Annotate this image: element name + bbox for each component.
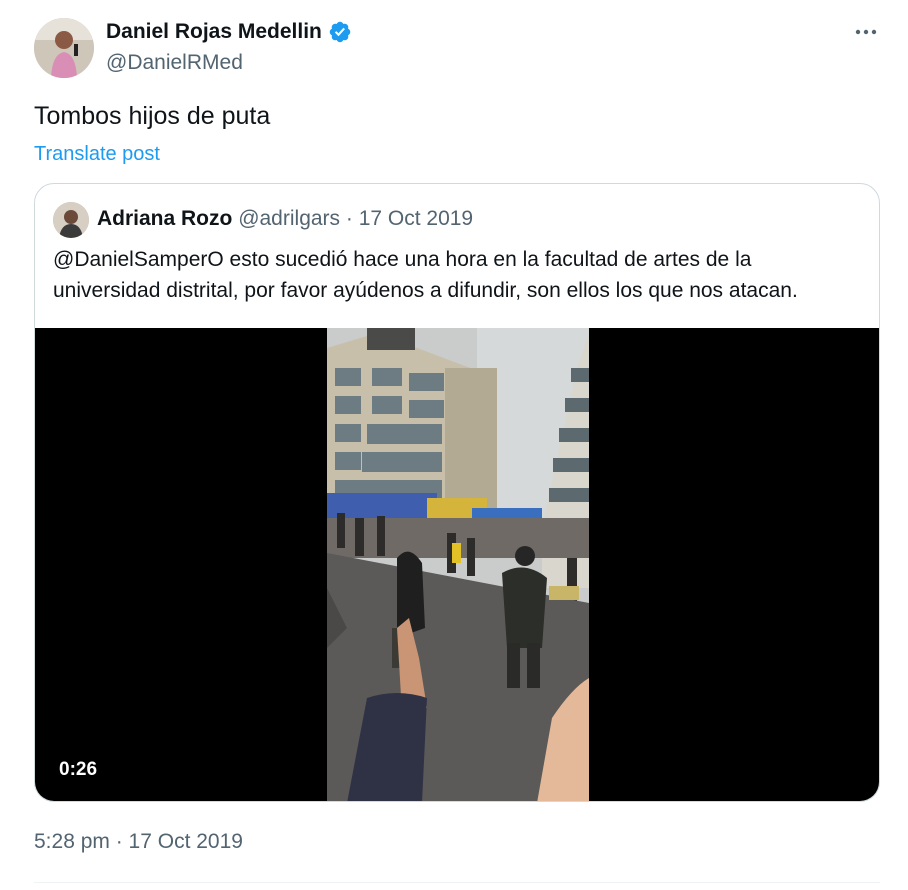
quoted-author-handle-date: @adrilgars · 17 Oct 2019 (238, 207, 474, 230)
author-name-text: Daniel Rojas Medellin (106, 20, 322, 43)
translate-post-link[interactable]: Translate post (34, 141, 160, 167)
video-frame (327, 328, 589, 801)
quoted-post[interactable]: Adriana Rozo @adrilgars · 17 Oct 2019 @D… (34, 183, 880, 802)
author-avatar[interactable] (34, 18, 94, 78)
quoted-post-header: Adriana Rozo @adrilgars · 17 Oct 2019 (97, 205, 473, 233)
quoted-post-text: @DanielSamperO esto sucedió hace una hor… (53, 248, 798, 302)
author-handle[interactable]: @DanielRMed (106, 49, 243, 77)
quoted-author-avatar (53, 202, 89, 238)
author-display-name[interactable]: Daniel Rojas Medellin (106, 18, 352, 46)
more-horizontal-icon (855, 29, 877, 35)
post-timestamp[interactable]: 5:28 pm · 17 Oct 2019 (34, 828, 243, 856)
video-player[interactable]: 0:26 (35, 328, 879, 801)
quoted-author-name: Adriana Rozo (97, 207, 233, 230)
video-duration: 0:26 (59, 759, 98, 780)
verified-badge-icon (329, 21, 351, 43)
post-text: Tombos hijos de puta (34, 102, 271, 130)
divider (34, 882, 880, 883)
post: Daniel Rojas Medellin @DanielRMed Tombos… (0, 0, 908, 890)
more-options-button[interactable] (850, 18, 882, 46)
